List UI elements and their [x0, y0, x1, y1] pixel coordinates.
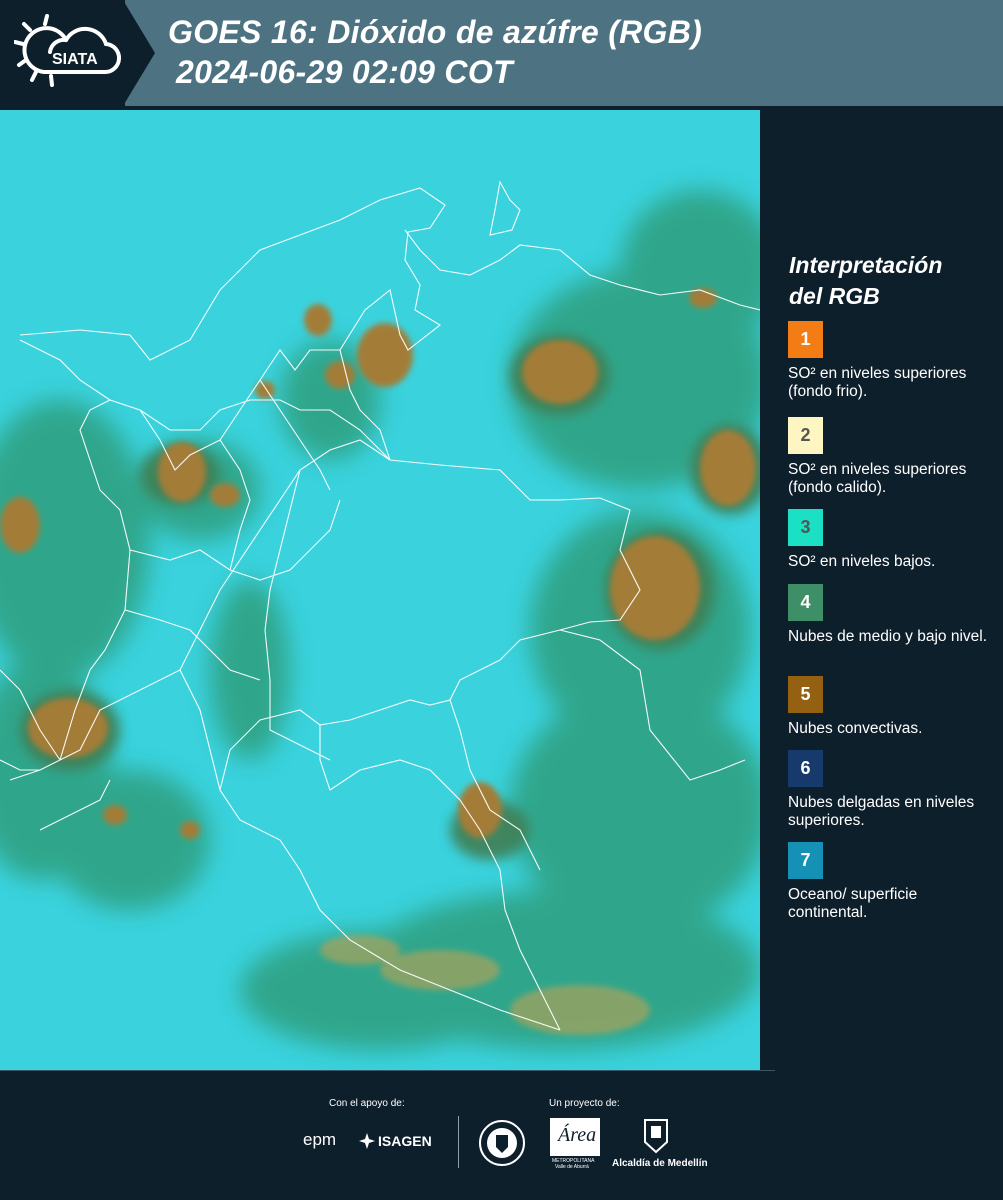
alcaldia-label: Alcaldía de Medellín — [612, 1158, 708, 1169]
legend-item-2: 2 SO² en niveles superiores (fondo calid… — [788, 417, 993, 497]
seal-logo — [478, 1119, 526, 1167]
legend-item-7: 7 Oceano/ superficie continental. — [788, 842, 993, 922]
header-arrow-shape — [123, 0, 155, 106]
legend-text-3: SO² en niveles bajos. — [788, 553, 936, 570]
legend-title: Interpretación del RGB — [789, 250, 999, 312]
legend-text-1: SO² en niveles superiores (fondo frio). — [788, 365, 967, 400]
alcaldia-shield-icon — [644, 1119, 668, 1154]
support-label: Con el apoyo de: — [329, 1098, 405, 1109]
legend-swatch-7: 7 — [788, 842, 823, 879]
siata-logo: SIATA — [13, 14, 126, 94]
legend-title-line2: del RGB — [789, 283, 880, 309]
area-metropolitana-logo: Área METROPOLITANA Valle de Aburrá — [550, 1118, 602, 1170]
siata-logo-text: SIATA — [52, 51, 98, 68]
legend-text-6: Nubes delgadas en niveles superiores. — [788, 794, 975, 829]
footer-divider-line — [0, 1070, 775, 1071]
project-label: Un proyecto de: — [549, 1098, 620, 1109]
footer-vertical-divider — [458, 1116, 459, 1168]
area-logo-text: Área — [558, 1124, 597, 1146]
page-timestamp: 2024-06-29 02:09 COT — [176, 54, 513, 90]
epm-logo: epm — [303, 1130, 337, 1149]
area-logo-sub2: Valle de Aburrá — [555, 1164, 589, 1170]
legend-panel: Interpretación del RGB 1 SO² en niveles … — [760, 110, 1003, 1070]
legend-title-line1: Interpretación — [789, 252, 943, 278]
isagen-icon — [359, 1133, 375, 1149]
footer: Con el apoyo de: Un proyecto de: epm ISA… — [0, 1070, 1003, 1200]
legend-item-6: 6 Nubes delgadas en niveles superiores. — [788, 750, 993, 830]
legend-text-4: Nubes de medio y bajo nivel. — [788, 628, 988, 645]
satellite-map[interactable] — [0, 110, 760, 1070]
legend-swatch-6: 6 — [788, 750, 823, 787]
legend-item-1: 1 SO² en niveles superiores (fondo frio)… — [788, 321, 993, 401]
legend-item-4: 4 Nubes de medio y bajo nivel. — [788, 584, 993, 646]
legend-item-5: 5 Nubes convectivas. — [788, 676, 993, 738]
alcaldia-logo: Alcaldía de Medellín — [612, 1118, 708, 1170]
legend-swatch-4: 4 — [788, 584, 823, 621]
legend-swatch-1: 1 — [788, 321, 823, 358]
legend-swatch-5: 5 — [788, 676, 823, 713]
legend-text-2: SO² en niveles superiores (fondo calido)… — [788, 461, 967, 496]
isagen-label: ISAGEN — [378, 1133, 432, 1149]
seal-icon — [479, 1120, 525, 1166]
legend-swatch-2: 2 — [788, 417, 823, 454]
satellite-image — [0, 110, 760, 1070]
legend-text-7: Oceano/ superficie continental. — [788, 886, 918, 921]
page-title: GOES 16: Dióxido de azúfre (RGB) — [168, 14, 703, 50]
header: SIATA GOES 16: Dióxido de azúfre (RGB) 2… — [0, 0, 1003, 110]
legend-swatch-3: 3 — [788, 509, 823, 546]
legend-item-3: 3 SO² en niveles bajos. — [788, 509, 993, 571]
legend-text-5: Nubes convectivas. — [788, 720, 923, 737]
